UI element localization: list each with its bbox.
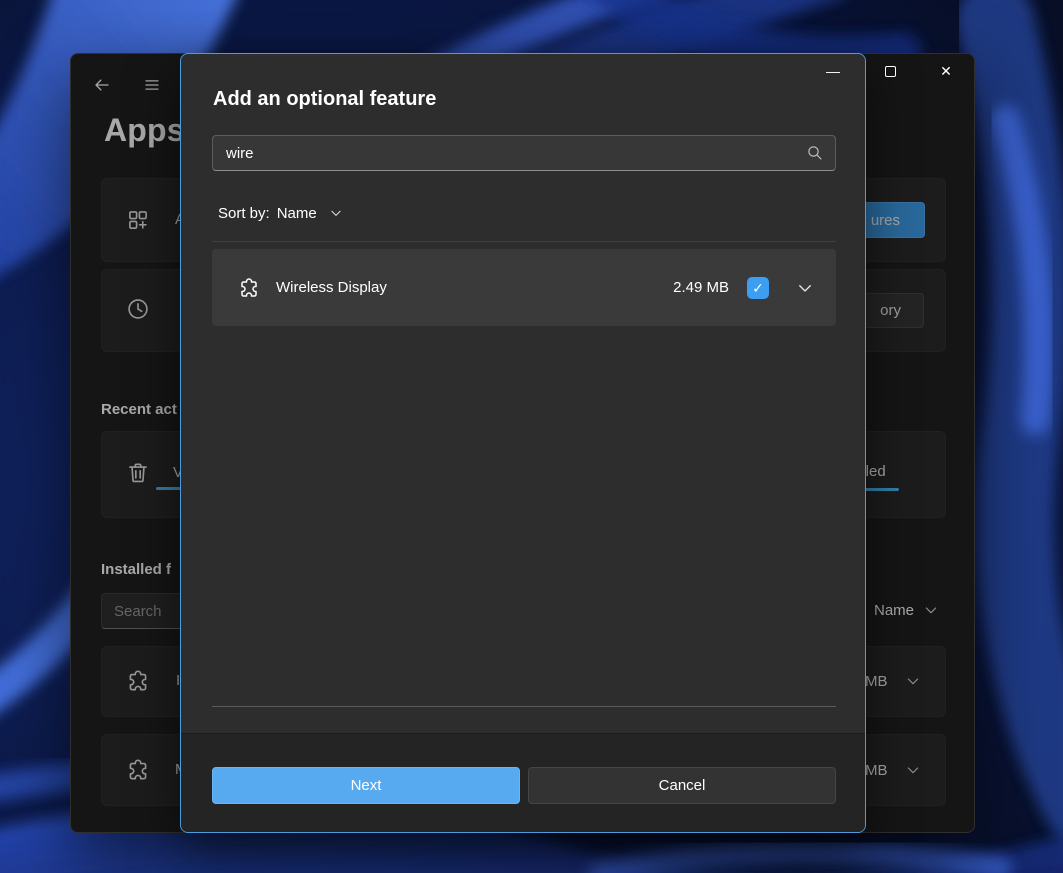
desktop: Apps A V I M Recent act Installed f ures… <box>0 0 1063 873</box>
search-icon[interactable] <box>806 144 824 162</box>
dialog-footer: Next Cancel <box>181 733 865 832</box>
feature-size: 2.49 MB <box>673 279 729 296</box>
cancel-button[interactable]: Cancel <box>528 767 836 804</box>
minimize-icon: — <box>826 64 840 78</box>
maximize-icon <box>885 66 896 77</box>
dialog-title: Add an optional feature <box>213 88 436 111</box>
puzzle-piece-icon <box>237 276 261 300</box>
feature-row-wireless-display[interactable]: Wireless Display 2.49 MB ✓ <box>212 249 836 326</box>
chevron-down-icon[interactable] <box>796 279 814 297</box>
checkmark-icon: ✓ <box>752 281 764 295</box>
add-optional-feature-dialog: Add an optional feature Sort by: Name Wi… <box>180 53 866 833</box>
next-button[interactable]: Next <box>212 767 520 804</box>
dialog-search-box[interactable] <box>212 135 836 171</box>
list-top-divider <box>212 241 836 242</box>
sort-by-label: Sort by: <box>218 205 270 222</box>
dialog-sort-control[interactable]: Sort by: Name <box>218 203 343 223</box>
feature-checkbox[interactable]: ✓ <box>747 277 769 299</box>
close-button[interactable]: ✕ <box>919 55 973 87</box>
chevron-down-icon <box>329 206 343 220</box>
dialog-search-input[interactable] <box>213 136 835 170</box>
minimize-button[interactable]: — <box>806 55 860 87</box>
feature-name: Wireless Display <box>276 279 387 296</box>
close-icon: ✕ <box>940 64 952 78</box>
sort-value: Name <box>277 205 317 222</box>
maximize-button[interactable] <box>863 55 917 87</box>
content-bottom-divider <box>212 706 836 707</box>
